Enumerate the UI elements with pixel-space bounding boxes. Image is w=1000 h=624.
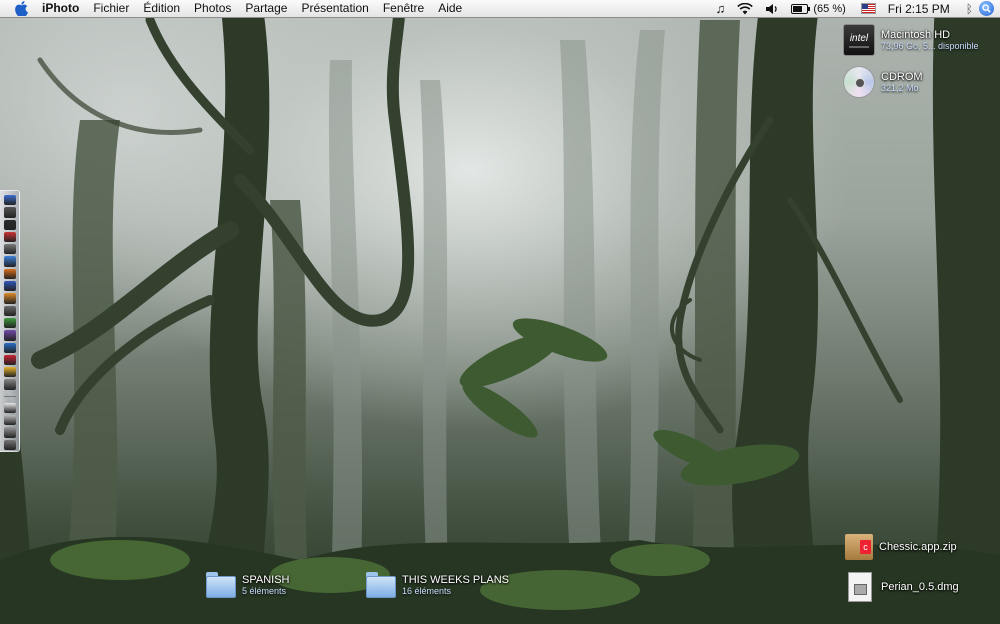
hard-drive-icon: intel (843, 24, 875, 56)
dock-app-icon[interactable] (3, 293, 16, 304)
input-menu[interactable] (855, 0, 882, 17)
dock-separator (3, 395, 16, 397)
dock (0, 190, 20, 452)
volume-status[interactable] (759, 0, 785, 17)
wifi-icon (737, 2, 754, 14)
menu-clock[interactable]: Fri 2:15 PM (882, 2, 960, 16)
folder-info: 16 éléments (402, 586, 452, 596)
us-flag-icon (860, 3, 876, 14)
spotlight-button[interactable] (979, 1, 994, 16)
spanish-folder[interactable]: SPANISH 5 éléments (206, 572, 289, 598)
folder-icon (206, 572, 236, 598)
dock-app-icon[interactable] (3, 342, 16, 353)
menu-presentation[interactable]: Présentation (294, 0, 375, 17)
menu-partage[interactable]: Partage (238, 0, 294, 17)
cdrom-volume[interactable]: CDROM 321,2 Mo (843, 66, 923, 98)
dock-app-icon[interactable] (3, 256, 16, 267)
music-note-icon: ♫ (715, 1, 726, 16)
dock-app-icon[interactable] (3, 367, 16, 378)
battery-percent: (65 %) (813, 2, 846, 15)
perian-dmg-file[interactable]: Perian_0.5.dmg (845, 572, 959, 602)
file-name: Perian_0.5.dmg (881, 581, 959, 593)
this-weeks-plans-folder[interactable]: THIS WEEKS PLANS 16 éléments (366, 572, 509, 598)
magnifier-icon (982, 4, 991, 13)
airport-status[interactable] (731, 0, 759, 17)
volume-name: CDROM (881, 71, 923, 83)
bluetooth-icon: ᛒ (965, 1, 973, 16)
dock-app-icon[interactable] (3, 244, 16, 255)
menu-photos[interactable]: Photos (187, 0, 238, 17)
folder-icon (366, 572, 396, 598)
folder-info: 5 éléments (242, 586, 287, 596)
volume-name: Macintosh HD (881, 29, 951, 41)
dock-app-icon[interactable] (3, 281, 16, 292)
dock-app-icon[interactable] (3, 231, 16, 243)
volume-info: 321,2 Mo (881, 83, 919, 93)
file-name: Chessic.app.zip (879, 541, 957, 553)
chessic-zip-file[interactable]: c Chessic.app.zip (845, 534, 957, 560)
dock-app-icon[interactable] (3, 379, 16, 390)
menu-edition[interactable]: Édition (136, 0, 187, 17)
volume-info: 73,96 Go, 5... disponible (881, 41, 979, 51)
dock-app-icon[interactable] (3, 439, 16, 450)
menu-bar: iPhoto Fichier Édition Photos Partage Pr… (0, 0, 1000, 18)
dock-app-icon[interactable] (3, 268, 16, 280)
battery-icon (791, 3, 811, 14)
dock-app-icon[interactable] (3, 317, 16, 329)
dock-app-icon[interactable] (3, 402, 16, 413)
itunes-status[interactable]: ♫ (710, 0, 732, 17)
battery-status[interactable]: (65 %) (785, 0, 854, 17)
disk-image-icon (848, 572, 872, 602)
dock-app-icon[interactable] (3, 414, 16, 426)
dock-app-icon[interactable] (3, 219, 16, 230)
cd-icon (843, 66, 875, 98)
menu-app-name[interactable]: iPhoto (38, 0, 86, 17)
macintosh-hd-volume[interactable]: intel Macintosh HD 73,96 Go, 5... dispon… (843, 24, 979, 56)
folder-name: THIS WEEKS PLANS (402, 574, 509, 586)
dock-app-icon[interactable] (3, 354, 16, 366)
dock-app-icon[interactable] (3, 330, 16, 341)
bluetooth-status[interactable]: ᛒ (960, 0, 979, 17)
menu-extras: ♫ (65 %) Fri 2:15 PM ᛒ (710, 0, 1000, 17)
menu-fichier[interactable]: Fichier (86, 0, 136, 17)
apple-menu[interactable] (12, 0, 30, 17)
menu-aide[interactable]: Aide (431, 0, 469, 17)
apple-logo-icon (14, 1, 28, 16)
dock-app-icon[interactable] (3, 427, 16, 438)
zip-archive-icon: c (845, 534, 873, 560)
folder-name: SPANISH (242, 574, 290, 586)
dock-app-icon[interactable] (3, 305, 16, 316)
menu-fenetre[interactable]: Fenêtre (376, 0, 431, 17)
speaker-icon (766, 3, 778, 14)
dock-app-icon[interactable] (3, 195, 16, 206)
intel-badge: intel (849, 32, 869, 44)
dock-app-icon[interactable] (3, 207, 16, 218)
